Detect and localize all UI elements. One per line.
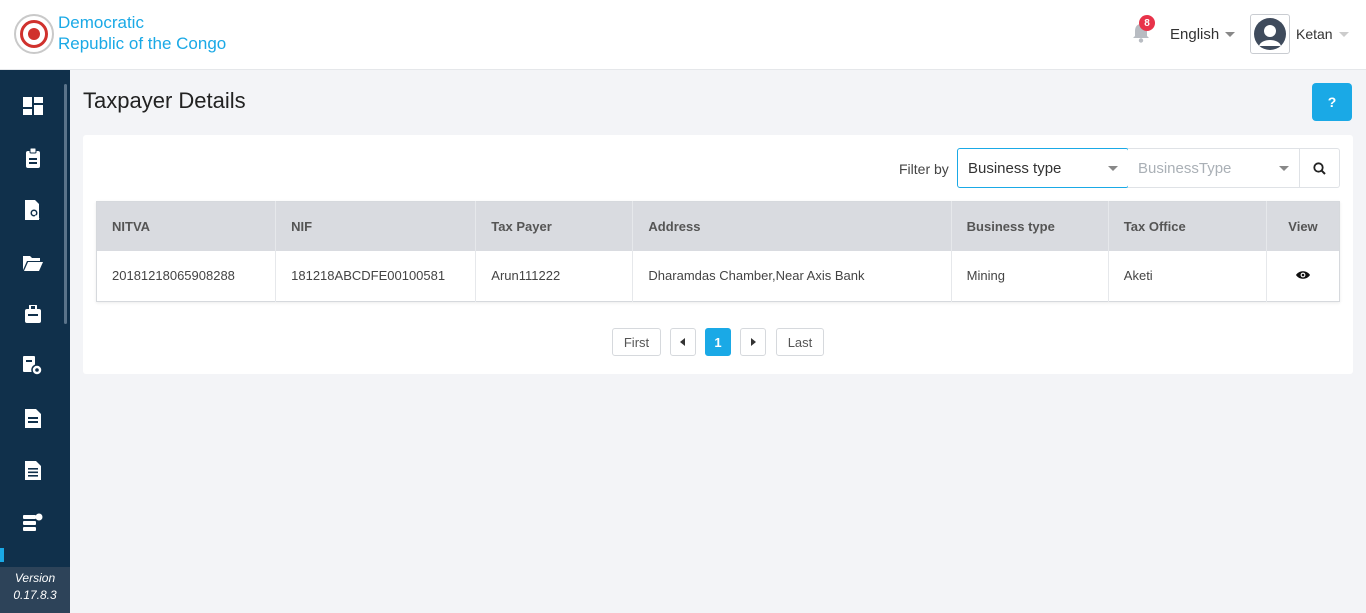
brand-name[interactable]: Democratic Republic of the Congo [58,12,226,54]
language-label: English [1170,26,1220,43]
avatar[interactable] [1250,14,1290,54]
taxpayer-table: NITVA NIF Tax Payer Address Business typ… [96,201,1340,302]
user-menu[interactable]: Ketan [1296,26,1349,42]
clipboard-icon[interactable] [17,142,49,174]
chevron-down-icon [1279,165,1289,171]
last-page-button[interactable]: Last [776,328,824,356]
previous-page-button[interactable] [670,328,696,356]
user-name: Ketan [1296,26,1333,42]
database-settings-icon[interactable] [17,506,49,538]
chevron-left-icon [680,338,685,346]
chevron-right-icon [751,338,756,346]
cell-view [1266,250,1340,302]
filter-value-placeholder: BusinessType [1138,159,1232,177]
chevron-down-icon [1108,165,1118,171]
brand-line-1: Democratic [58,13,144,32]
column-header-view: View [1266,201,1340,251]
filter-value-select[interactable]: BusinessType [1128,148,1300,188]
cell-business-type: Mining [951,250,1109,302]
sidebar-scrollbar[interactable] [64,84,67,324]
dashboard-icon[interactable] [17,90,49,122]
version-label: Version [14,571,56,585]
eye-icon[interactable] [1295,270,1310,280]
next-page-button[interactable] [740,328,766,356]
page-1-button[interactable]: 1 [705,328,731,356]
filter-label: Filter by [899,161,949,177]
sidebar: Version 0.17.8.3 [0,70,70,613]
cell-nitva: 20181218065908288 [96,250,277,302]
column-header-business-type[interactable]: Business type [951,201,1109,251]
column-header-address[interactable]: Address [632,201,952,251]
top-bar: Democratic Republic of the Congo 8 Engli… [0,0,1366,70]
briefcase-icon[interactable] [17,298,49,330]
table-row: 20181218065908288 181218ABCDFE00100581 A… [96,250,1340,302]
column-header-tax-office[interactable]: Tax Office [1108,201,1267,251]
report-list-icon[interactable] [17,454,49,486]
first-page-button[interactable]: First [612,328,661,356]
search-icon [1313,161,1326,175]
document-search-icon[interactable] [17,194,49,226]
column-header-nitva[interactable]: NITVA [96,201,277,251]
national-seal-logo[interactable] [14,14,54,54]
folder-open-icon[interactable] [17,246,49,278]
filter-type-value: Business type [968,159,1062,177]
filter-type-select[interactable]: Business type [957,148,1129,188]
notification-count-badge: 8 [1139,15,1155,31]
settings-user-icon[interactable] [17,350,49,382]
version-number: 0.17.8.3 [13,588,57,602]
search-button[interactable] [1300,148,1340,188]
cell-nif: 181218ABCDFE00100581 [275,250,477,302]
language-dropdown[interactable]: English [1170,26,1236,43]
report-icon[interactable] [17,402,49,434]
chevron-down-icon [1225,32,1236,37]
help-button[interactable]: ? [1312,83,1352,121]
table-header-row: NITVA NIF Tax Payer Address Business typ… [96,201,1340,251]
chevron-down-icon [1338,31,1349,37]
cell-address: Dharamdas Chamber,Near Axis Bank [632,250,952,302]
column-header-tax-payer[interactable]: Tax Payer [475,201,634,251]
page-title: Taxpayer Details [83,88,246,113]
cell-tax-office: Aketi [1108,250,1267,302]
version-info: Version 0.17.8.3 [0,567,70,613]
column-header-nif[interactable]: NIF [275,201,477,251]
cell-tax-payer: Arun111222 [475,250,634,302]
brand-line-2: Republic of the Congo [58,34,227,53]
active-indicator [0,548,4,562]
